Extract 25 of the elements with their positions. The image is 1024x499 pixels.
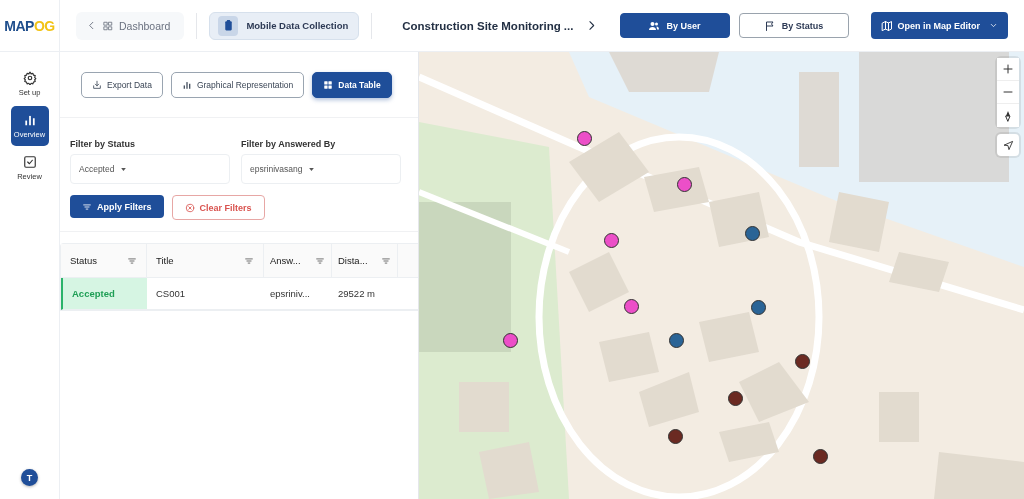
module-tab[interactable]: Mobile Data Collection — [209, 11, 360, 40]
filter-dropdown[interactable]: Accepted — [70, 154, 230, 184]
map-editor-button[interactable]: Open in Map Editor — [870, 12, 1008, 39]
filter-label: Filter by Status — [70, 139, 136, 149]
status-cell: Accepted — [61, 278, 147, 310]
column-header: Answ... — [270, 255, 301, 266]
back-button[interactable]: Dashboard — [76, 11, 185, 40]
filter-label: Filter by Answered By — [241, 139, 337, 149]
view-toggle-button[interactable]: By User — [619, 13, 730, 38]
logo: MAPOG — [0, 0, 60, 51]
page-title: Construction Site Monitoring ... — [402, 19, 574, 32]
apply-filters-button[interactable]: Apply Filters — [70, 195, 164, 218]
table-cell: epsriniv... — [264, 278, 332, 310]
view-tab[interactable]: Data Table — [312, 72, 392, 98]
view-toggle-button[interactable]: By Status — [738, 13, 849, 38]
view-tab[interactable]: Export Data — [81, 72, 163, 98]
filter-dropdown[interactable]: epsrinivasang — [241, 154, 401, 184]
clear-filters-button[interactable]: Clear Filters — [171, 195, 265, 220]
column-header: Status — [70, 255, 97, 266]
column-header: Dista... — [338, 255, 368, 266]
column-header: Title — [156, 255, 174, 266]
view-tab[interactable]: Graphical Representation — [170, 72, 305, 98]
user-avatar[interactable]: T — [21, 469, 38, 486]
table-cell: 29522 m — [332, 278, 398, 310]
table-cell: CS001 — [147, 278, 264, 310]
